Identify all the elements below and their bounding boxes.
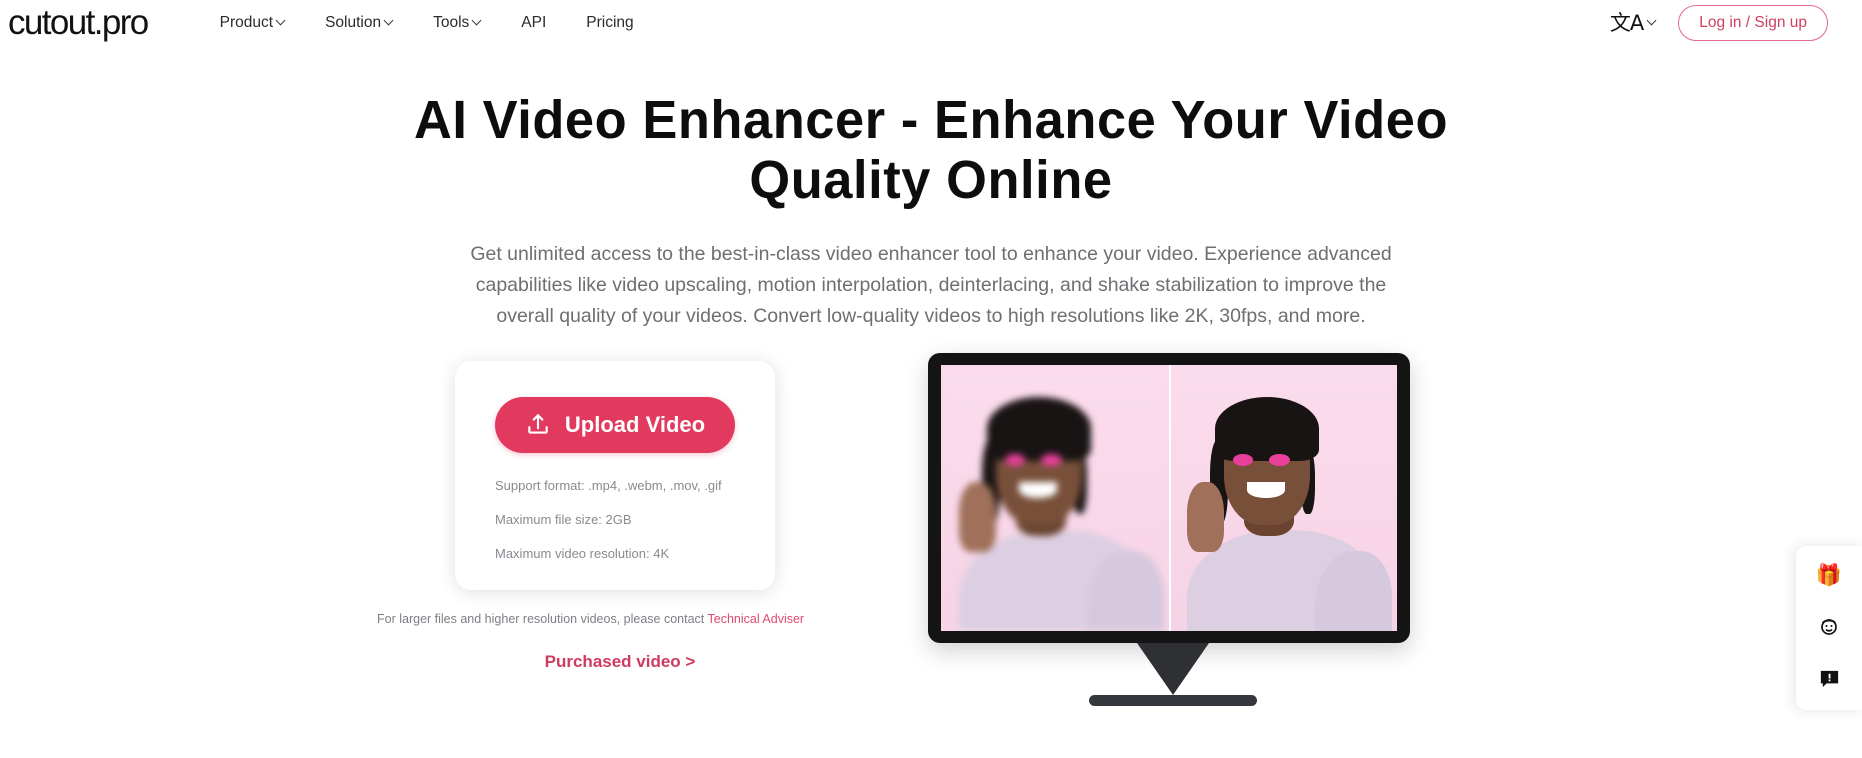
- monitor-stand-neck: [1137, 643, 1209, 696]
- monitor-screen: [928, 353, 1410, 644]
- gift-icon[interactable]: 🎁: [1816, 562, 1842, 588]
- page-title: AI Video Enhancer - Enhance Your Video Q…: [413, 90, 1449, 211]
- video-pane-before: [941, 365, 1169, 632]
- contact-note: For larger files and higher resolution v…: [377, 612, 804, 627]
- site-header: cutout.pro Product Solution Tools API Pr…: [0, 0, 1862, 46]
- contact-note-text: For larger files and higher resolution v…: [377, 612, 708, 627]
- language-switcher[interactable]: 文A: [1609, 10, 1656, 35]
- comparison-divider: [1169, 365, 1171, 632]
- customer-support-face-icon[interactable]: [1816, 614, 1842, 640]
- chevron-down-icon: [473, 17, 481, 25]
- hero-section: AI Video Enhancer - Enhance Your Video Q…: [0, 46, 1862, 331]
- nav-label: Product: [219, 14, 274, 31]
- header-actions: 文A Log in / Sign up: [1610, 5, 1828, 41]
- feedback-icon[interactable]: [1816, 666, 1842, 692]
- chevron-down-icon: [277, 17, 285, 25]
- login-signup-button[interactable]: Log in / Sign up: [1678, 5, 1828, 41]
- nav-label: API: [521, 14, 547, 31]
- logo[interactable]: cutout.pro: [8, 5, 149, 40]
- upload-button-label: Upload Video: [564, 412, 706, 438]
- spec-max-file-size: Maximum file size: 2GB: [495, 512, 632, 528]
- translate-icon: 文A: [1609, 10, 1644, 35]
- video-pane-after: [1169, 365, 1397, 632]
- nav-item-api[interactable]: API: [501, 8, 566, 38]
- nav-label: Tools: [433, 14, 470, 31]
- nav-label: Pricing: [586, 14, 634, 31]
- video-comparison: [941, 365, 1397, 632]
- upload-column: Upload Video Support format: .mp4, .webm…: [377, 361, 804, 672]
- upload-video-button[interactable]: Upload Video: [494, 397, 736, 454]
- hero-description: Get unlimited access to the best-in-clas…: [470, 242, 1392, 327]
- nav-item-product[interactable]: Product: [200, 8, 305, 38]
- nav-item-tools[interactable]: Tools: [413, 8, 501, 38]
- person-figure-blurred: [941, 365, 1169, 632]
- technical-adviser-link[interactable]: Technical Adviser: [708, 612, 805, 626]
- floating-side-panel: 🎁: [1796, 546, 1862, 710]
- monitor-stand-base: [1089, 695, 1257, 707]
- person-figure-enhanced: [1169, 365, 1397, 632]
- nav-label: Solution: [325, 14, 382, 31]
- main-content: Upload Video Support format: .mp4, .webm…: [0, 353, 1862, 758]
- monitor-preview: [928, 353, 1418, 707]
- main-nav: Product Solution Tools API Pricing: [200, 8, 654, 38]
- upload-icon: [525, 412, 551, 438]
- nav-item-pricing[interactable]: Pricing: [566, 8, 653, 38]
- nav-item-solution[interactable]: Solution: [305, 8, 413, 38]
- spec-support-format: Support format: .mp4, .webm, .mov, .gif: [495, 478, 722, 494]
- spec-max-resolution: Maximum video resolution: 4K: [495, 546, 670, 562]
- chevron-down-icon: [1648, 17, 1656, 25]
- upload-specs: Support format: .mp4, .webm, .mov, .gif …: [455, 479, 775, 560]
- purchased-video-link[interactable]: Purchased video >: [455, 652, 785, 672]
- upload-card: Upload Video Support format: .mp4, .webm…: [455, 361, 775, 591]
- chevron-down-icon: [385, 17, 393, 25]
